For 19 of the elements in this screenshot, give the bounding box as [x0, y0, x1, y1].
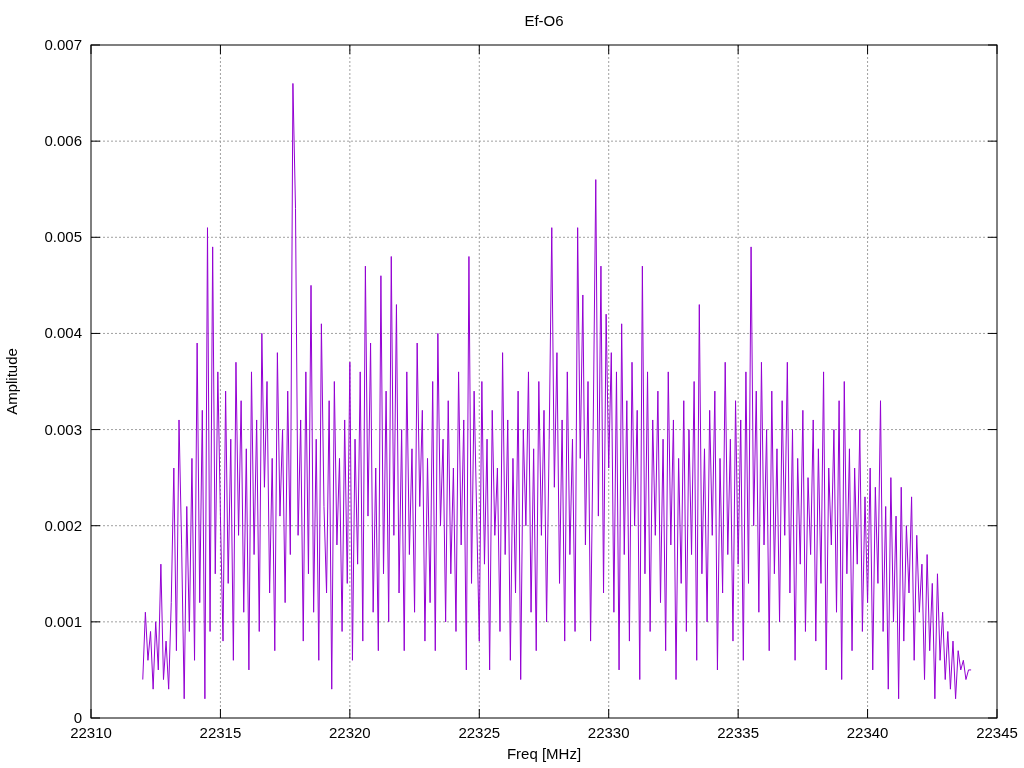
tick-label: 0.006: [44, 132, 82, 150]
tick-label: 22330: [587, 724, 630, 741]
tick-label: 22345: [976, 724, 1018, 741]
tick-label: 0.002: [44, 516, 82, 534]
tick-label: 0.004: [44, 324, 82, 342]
tick-label: 22335: [717, 724, 759, 741]
tick-label: 22310: [70, 724, 112, 741]
axis-label: Amplitude: [3, 348, 20, 415]
tick-label: 0.001: [44, 612, 82, 630]
axis-label: Freq [MHz]: [506, 745, 582, 762]
tick-label: 0.005: [44, 228, 82, 246]
tick-label: 22340: [846, 724, 889, 741]
tick-label: 22315: [199, 724, 242, 741]
tick-label: 22320: [329, 724, 371, 741]
chart-title: Ef-O6: [524, 12, 564, 29]
tick-label: 22325: [458, 724, 501, 741]
tick-label: 0.003: [44, 420, 82, 438]
tick-label: 0: [73, 709, 82, 726]
tick-label: 0.007: [44, 36, 82, 53]
